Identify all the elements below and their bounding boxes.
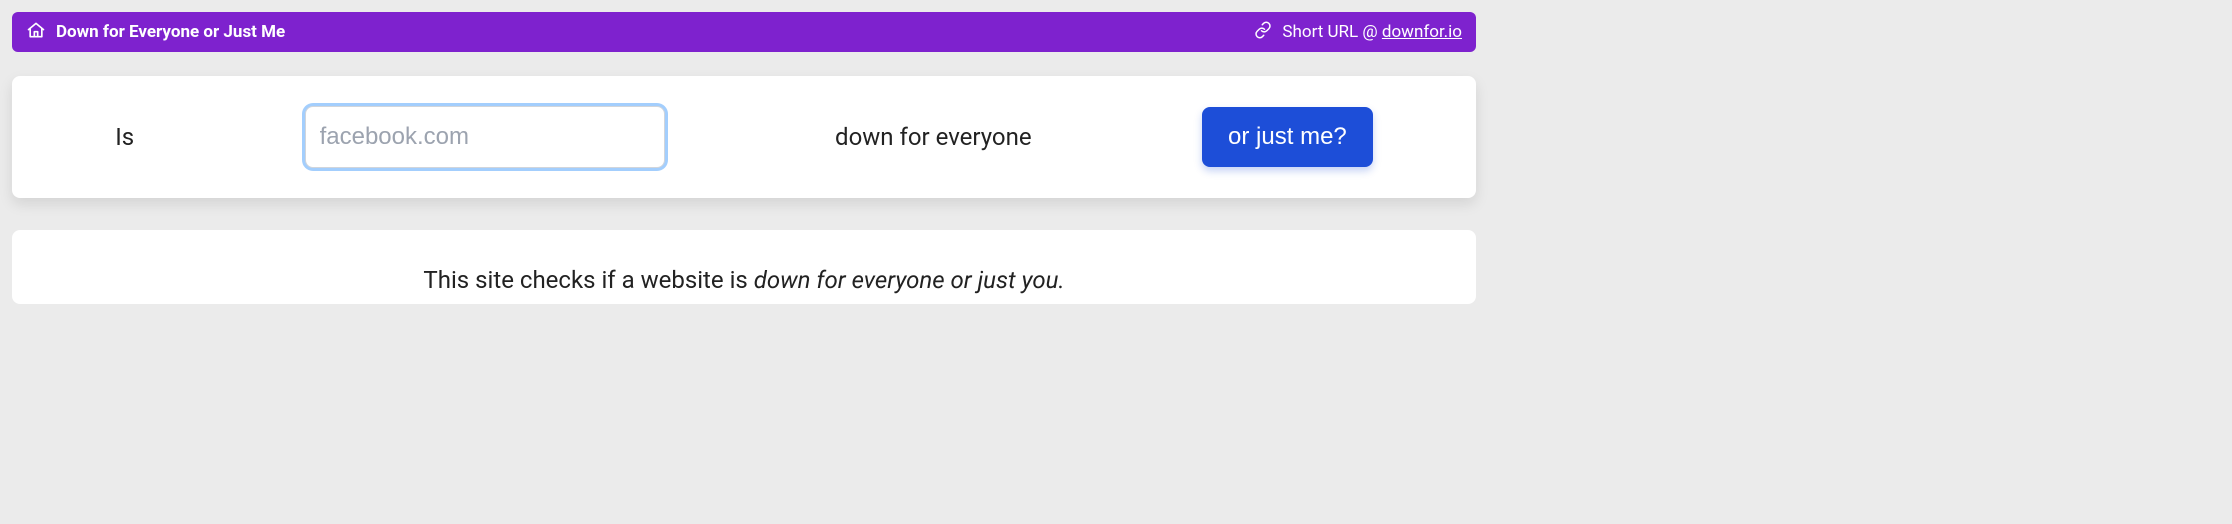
topbar-right: Short URL @ downfor.io (1254, 21, 1462, 44)
short-url-domain-link[interactable]: downfor.io (1382, 22, 1462, 42)
topbar: Down for Everyone or Just Me Short URL @… (12, 12, 1476, 52)
topbar-left: Down for Everyone or Just Me (26, 20, 285, 45)
home-icon[interactable] (26, 20, 46, 45)
info-card: This site checks if a website is down fo… (12, 230, 1476, 304)
query-card: Is down for everyone or just me? (12, 76, 1476, 198)
url-input[interactable] (305, 106, 665, 168)
short-url-text: Short URL @ downfor.io (1282, 22, 1462, 42)
short-url-prefix: Short URL @ (1282, 22, 1381, 42)
check-button[interactable]: or just me? (1202, 107, 1373, 167)
query-middle-text: down for everyone (835, 123, 1032, 151)
query-prefix-text: Is (115, 123, 134, 151)
info-lead: This site checks if a website is (423, 266, 753, 294)
site-title: Down for Everyone or Just Me (56, 22, 285, 42)
query-row: Is down for everyone or just me? (40, 106, 1448, 168)
info-emphasis: down for everyone or just you. (754, 266, 1065, 294)
link-icon (1254, 21, 1272, 44)
info-text: This site checks if a website is down fo… (423, 266, 1064, 294)
